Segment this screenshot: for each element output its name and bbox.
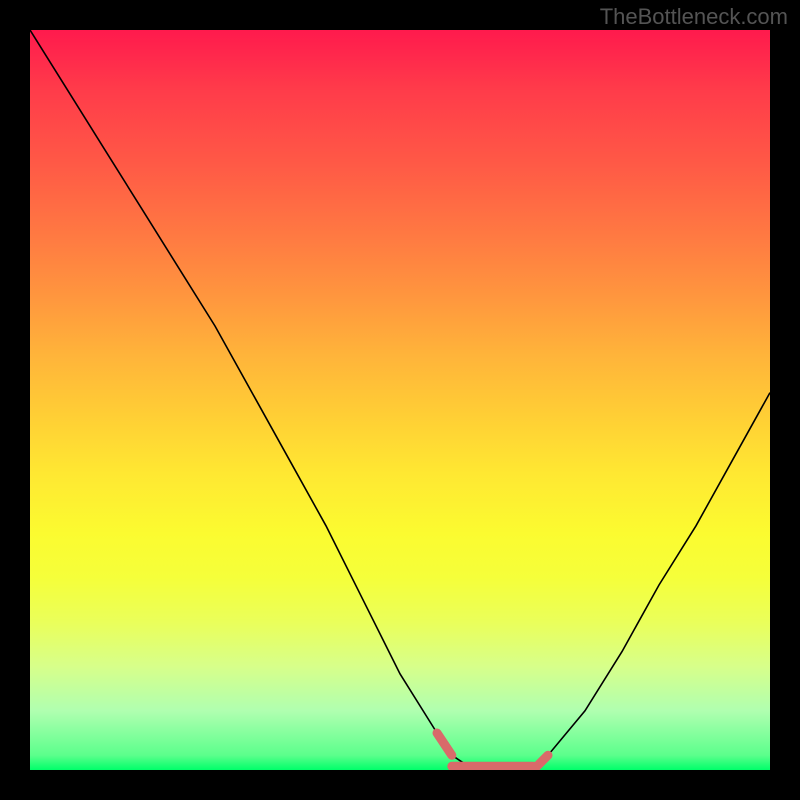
watermark-text: TheBottleneck.com bbox=[600, 4, 788, 30]
chart-svg bbox=[30, 30, 770, 770]
highlight-group bbox=[437, 733, 548, 770]
chart-plot-area bbox=[30, 30, 770, 770]
highlight-segment bbox=[437, 733, 452, 755]
curve-line bbox=[30, 30, 770, 770]
highlight-segment bbox=[533, 755, 548, 770]
